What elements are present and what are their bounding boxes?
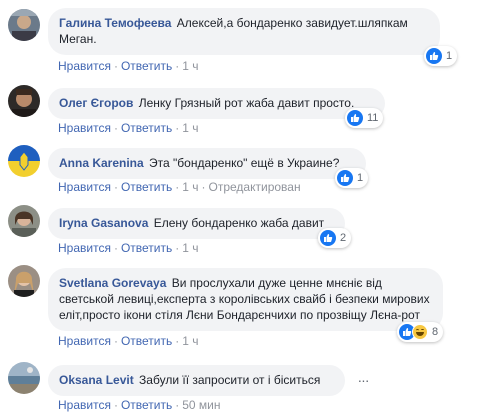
comment-text: Забули її запросити от і біситься <box>139 373 321 387</box>
comment-time[interactable]: 1 ч <box>182 334 198 348</box>
comment-bubble: Anna Karenina Эта "бондаренко" ещё в Укр… <box>48 148 366 179</box>
avatar[interactable] <box>8 265 40 297</box>
comment-actions: Нравится · Ответить · 1 ч · Отредактирован <box>58 180 301 194</box>
reaction-count: 1 <box>446 50 453 62</box>
avatar[interactable] <box>8 145 40 177</box>
comment-bubble: Iryna Gasanova Елену бондаренко жаба дав… <box>48 208 345 239</box>
like-link[interactable]: Нравится <box>58 180 111 194</box>
comment-author[interactable]: Iryna Gasanova <box>59 216 148 230</box>
reply-link[interactable]: Ответить <box>121 241 172 255</box>
reply-link[interactable]: Ответить <box>121 398 172 412</box>
avatar[interactable] <box>8 9 40 41</box>
comment-time[interactable]: 1 ч <box>182 180 198 194</box>
avatar[interactable] <box>8 205 40 237</box>
comment-author[interactable]: Svetlana Gorevaya <box>59 276 166 290</box>
comment-bubble: Oksana Levit Забули її запросити от і бі… <box>48 365 345 396</box>
reply-link[interactable]: Ответить <box>121 59 172 73</box>
reaction-count: 2 <box>340 232 347 244</box>
like-link[interactable]: Нравится <box>58 59 111 73</box>
avatar[interactable] <box>8 362 40 394</box>
comment-actions: Нравится · Ответить · 50 мин <box>58 398 221 412</box>
reaction-count: 8 <box>432 326 439 338</box>
more-options-icon[interactable]: ··· <box>356 373 370 389</box>
like-link[interactable]: Нравится <box>58 398 111 412</box>
like-link[interactable]: Нравится <box>58 121 111 135</box>
reaction-count: 1 <box>357 172 364 184</box>
comment-text: Алексей,а бондаренко завидует.шляпкам <box>176 16 408 30</box>
comment-author[interactable]: Галина Темофеева <box>59 16 171 30</box>
reply-link[interactable]: Ответить <box>121 334 172 348</box>
comment-actions: Нравится · Ответить · 1 ч <box>58 121 199 135</box>
comment-text: Меган. <box>59 32 97 46</box>
comment-time[interactable]: 1 ч <box>182 59 198 73</box>
comment-bubble: Олег Єгоров Ленку Грязный рот жаба давит… <box>48 88 385 119</box>
comment-text: Ленку Грязный рот жаба давит просто. <box>138 96 355 110</box>
reply-link[interactable]: Ответить <box>121 121 172 135</box>
like-link[interactable]: Нравится <box>58 334 111 348</box>
comment-author[interactable]: Олег Єгоров <box>59 96 133 110</box>
comment-time[interactable]: 1 ч <box>182 121 198 135</box>
comment-author[interactable]: Oksana Levit <box>59 373 134 387</box>
comment-text: еліт,просто ікони стіля Лєни Бондарєнчих… <box>59 308 420 322</box>
edited-label[interactable]: Отредактирован <box>209 180 301 194</box>
comment-time[interactable]: 50 мин <box>182 398 220 412</box>
comment-text: светськой левиці,експерта з королівських… <box>59 292 430 306</box>
reactions-summary[interactable]: 1 <box>335 168 369 188</box>
like-link[interactable]: Нравится <box>58 241 111 255</box>
reaction-count: 11 <box>367 112 379 124</box>
comment-text: Елену бондаренко жаба давит <box>153 216 325 230</box>
like-icon <box>337 170 353 186</box>
comment-time[interactable]: 1 ч <box>182 241 198 255</box>
comment-text: Эта "бондаренко" ещё в Украине? <box>149 156 340 170</box>
comment-actions: Нравится · Ответить · 1 ч <box>58 59 199 73</box>
comment-actions: Нравится · Ответить · 1 ч <box>58 334 199 348</box>
like-icon <box>347 110 363 126</box>
reactions-summary[interactable]: 11 <box>345 108 384 128</box>
comment-bubble: Галина Темофеева Алексей,а бондаренко за… <box>48 8 440 55</box>
reactions-summary[interactable]: 1 <box>424 46 458 66</box>
laugh-icon <box>412 324 428 340</box>
comment-text: Ви прослухали дуже ценне мнєніє від <box>171 276 382 290</box>
avatar[interactable] <box>8 85 40 117</box>
reactions-summary[interactable]: 8 <box>397 322 444 342</box>
comment-actions: Нравится · Ответить · 1 ч <box>58 241 199 255</box>
reply-link[interactable]: Ответить <box>121 180 172 194</box>
like-icon <box>320 230 336 246</box>
reactions-summary[interactable]: 2 <box>318 228 352 248</box>
comment-bubble: Svetlana Gorevaya Ви прослухали дуже цен… <box>48 268 443 331</box>
like-icon <box>426 48 442 64</box>
comment-author[interactable]: Anna Karenina <box>59 156 144 170</box>
